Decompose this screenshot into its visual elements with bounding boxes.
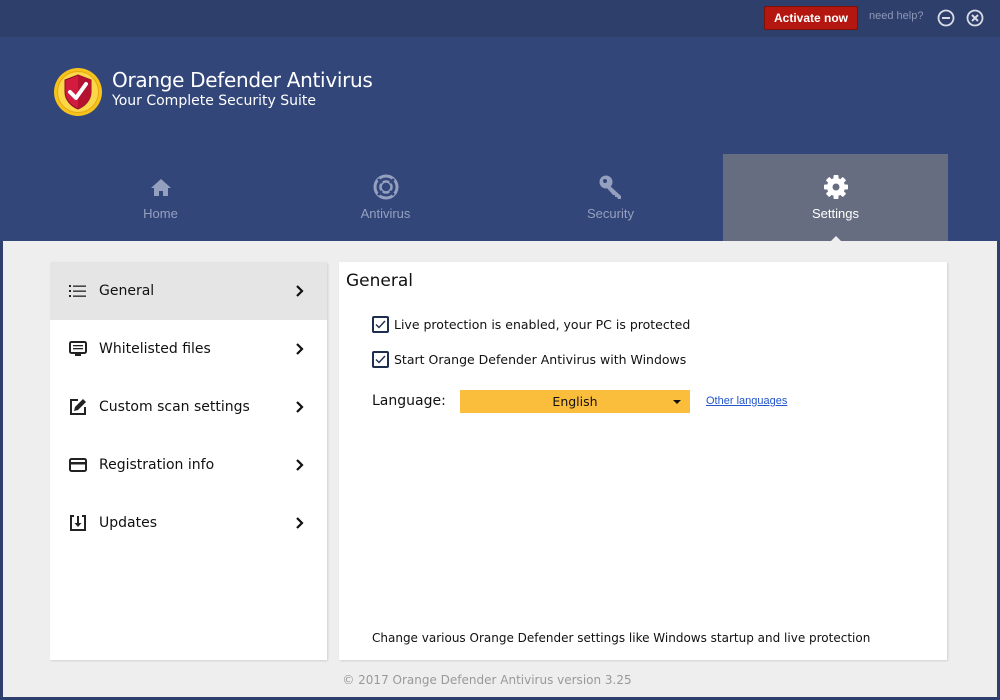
footer: © 2017 Orange Defender Antivirus version… — [3, 673, 997, 687]
chevron-right-icon — [296, 343, 304, 355]
live-protection-option[interactable]: Live protection is enabled, your PC is p… — [372, 316, 690, 333]
copyright-text: © 2017 Orange Defender Antivirus version… — [342, 673, 632, 687]
sidebar-item-label: Whitelisted files — [99, 341, 211, 357]
main-tabs: Home Antivirus Security Settings — [48, 154, 948, 241]
tab-label: Antivirus — [360, 206, 411, 221]
x-circle-icon — [966, 9, 984, 27]
chevron-right-icon — [296, 285, 304, 297]
panel-title: General — [346, 271, 413, 291]
sidebar-item-whitelisted-files[interactable]: Whitelisted files — [50, 320, 327, 378]
language-value: English — [552, 394, 598, 409]
tab-antivirus[interactable]: Antivirus — [273, 154, 498, 241]
sidebar-item-label: General — [99, 283, 155, 299]
lifebuoy-icon — [373, 174, 399, 200]
chevron-right-icon — [296, 459, 304, 471]
chevron-right-icon — [296, 401, 304, 413]
tab-label: Home — [143, 206, 178, 221]
live-protection-label: Live protection is enabled, your PC is p… — [394, 317, 691, 332]
checkmark-icon — [375, 355, 386, 364]
app-title: Orange Defender Antivirus — [112, 68, 373, 92]
sidebar-item-general[interactable]: General — [50, 262, 327, 320]
content-area: General Whitelisted files Custom scan se… — [3, 241, 997, 697]
caret-down-icon — [673, 400, 681, 404]
other-languages-link[interactable]: Other languages — [706, 395, 787, 407]
sidebar-item-updates[interactable]: Updates — [50, 494, 327, 552]
sidebar-item-label: Registration info — [99, 457, 215, 473]
home-icon — [148, 174, 174, 200]
key-icon — [598, 174, 624, 200]
tab-label: Security — [587, 206, 634, 221]
settings-sidebar: General Whitelisted files Custom scan se… — [50, 262, 327, 660]
sidebar-item-label: Updates — [99, 515, 157, 531]
panel-description: Change various Orange Defender settings … — [372, 631, 871, 645]
chevron-right-icon — [296, 517, 304, 529]
shield-check-icon — [54, 68, 102, 116]
language-select[interactable]: English — [460, 390, 690, 413]
settings-panel: General Live protection is enabled, your… — [339, 262, 947, 660]
sidebar-item-label: Custom scan settings — [99, 399, 250, 415]
activate-now-button[interactable]: Activate now — [764, 6, 858, 30]
live-protection-checkbox[interactable] — [372, 316, 389, 333]
edit-icon — [69, 398, 87, 416]
app-subtitle: Your Complete Security Suite — [112, 93, 316, 109]
language-label: Language: — [372, 393, 446, 409]
start-with-windows-checkbox[interactable] — [372, 351, 389, 368]
download-icon — [69, 514, 87, 532]
tab-label: Settings — [812, 206, 859, 221]
list-icon — [69, 282, 87, 300]
close-button[interactable] — [966, 9, 984, 27]
tab-settings[interactable]: Settings — [723, 154, 948, 241]
tab-home[interactable]: Home — [48, 154, 273, 241]
checkmark-icon — [375, 320, 386, 329]
start-with-windows-option[interactable]: Start Orange Defender Antivirus with Win… — [372, 351, 686, 368]
minimize-button[interactable] — [937, 9, 955, 27]
monitor-icon — [69, 340, 87, 358]
app-logo — [53, 67, 103, 117]
card-icon — [69, 456, 87, 474]
sidebar-item-registration-info[interactable]: Registration info — [50, 436, 327, 494]
gear-icon — [823, 174, 849, 200]
need-help-link[interactable]: need help? — [869, 10, 923, 22]
minus-circle-icon — [937, 9, 955, 27]
tab-security[interactable]: Security — [498, 154, 723, 241]
sidebar-item-custom-scan-settings[interactable]: Custom scan settings — [50, 378, 327, 436]
start-with-windows-label: Start Orange Defender Antivirus with Win… — [394, 352, 687, 367]
